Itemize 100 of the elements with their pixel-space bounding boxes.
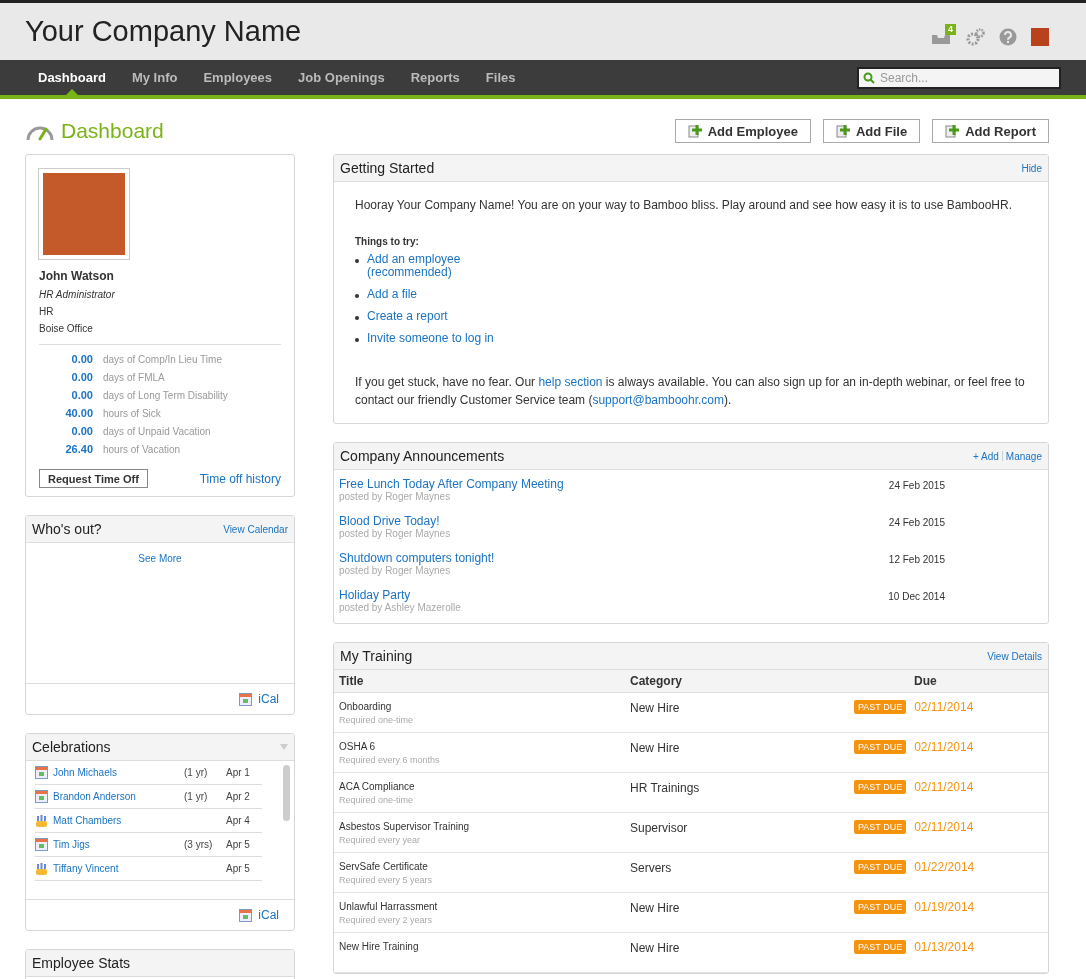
bullet-icon <box>355 338 359 342</box>
nav-tab[interactable]: Files <box>472 60 529 95</box>
view-calendar-link[interactable]: View Calendar <box>223 523 288 535</box>
balance-amount: 0.00 <box>70 371 93 385</box>
scrollbar-thumb[interactable] <box>283 765 290 821</box>
panel-title: Getting Started <box>340 160 435 176</box>
past-due-badge: PAST DUE <box>854 860 907 874</box>
balance-amount: 40.00 <box>64 407 93 421</box>
dropdown-arrow-icon[interactable] <box>280 744 288 750</box>
column-header: Category <box>630 674 683 688</box>
things-heading: Things to try: <box>355 236 420 247</box>
training-category: New Hire <box>630 741 681 757</box>
add-link[interactable]: + Add <box>973 450 999 462</box>
ical-link[interactable]: iCal <box>258 908 279 922</box>
announcement-title[interactable]: Shutdown computers tonight! <box>339 551 495 565</box>
company-name: Your Company Name <box>25 15 302 48</box>
calendar-icon <box>35 838 48 851</box>
balance-label: days of Unpaid Vacation <box>103 425 212 439</box>
time-off-history-link[interactable]: Time off history <box>199 471 281 486</box>
training-title: Asbestos Supervisor Training <box>339 821 471 832</box>
celebration-name[interactable]: Brandon Anderson <box>53 791 184 802</box>
nav-tab[interactable]: Employees <box>190 60 286 95</box>
announcement-date: 24 Feb 2015 <box>888 517 945 528</box>
announcement-date: 24 Feb 2015 <box>888 480 945 491</box>
balance-amount: 26.40 <box>64 443 93 457</box>
past-due-badge: PAST DUE <box>854 780 907 794</box>
training-requirement: Required one-time <box>339 715 415 725</box>
bullet-icon <box>355 316 359 320</box>
past-due-badge: PAST DUE <box>854 900 907 914</box>
department: HR <box>39 306 55 317</box>
request-time-off-button[interactable]: Request Time Off <box>39 469 148 488</box>
suggestion-link[interactable]: Create a report <box>367 310 448 323</box>
nav-tab[interactable]: Dashboard <box>25 60 119 95</box>
add-document-icon <box>687 124 702 138</box>
suggestion-link[interactable]: Add a file <box>367 288 418 301</box>
view-details-link[interactable]: View Details <box>987 650 1042 662</box>
ical-link[interactable]: iCal <box>258 692 279 706</box>
training-requirement: Required one-time <box>339 795 415 805</box>
settings-icon[interactable] <box>965 27 985 46</box>
balance-amount: 0.00 <box>70 353 93 367</box>
celebration-name[interactable]: Matt Chambers <box>53 815 184 826</box>
add-document-icon <box>945 124 960 138</box>
training-category: HR Trainings <box>630 781 701 797</box>
balance-label: days of Long Term Disability <box>103 389 229 403</box>
announcement-byline: posted by Ashley Mazerolle <box>339 602 461 613</box>
help-icon[interactable] <box>999 27 1017 46</box>
suggestion-link[interactable]: Add an employee (recommended) <box>367 253 461 279</box>
calendar-icon <box>35 790 48 803</box>
training-title: New Hire Training <box>339 941 420 952</box>
announcement-byline: posted by Roger Maynes <box>339 491 452 502</box>
training-title: ACA Compliance <box>339 781 416 792</box>
inline-link[interactable]: help section <box>538 375 603 389</box>
panel-title: My Training <box>340 648 413 664</box>
nav-tab[interactable]: My Info <box>118 60 191 95</box>
celebration-name[interactable]: Tim Jigs <box>53 839 184 850</box>
employee-name: John Watson <box>39 269 115 283</box>
due-date: 01/22/2014 <box>914 860 975 874</box>
search-field[interactable]: Search... <box>857 66 1061 89</box>
help-text: If you get stuck, have no fear. Our help section is always available. You can also sign up for an in-depth webinar, or feel free to contact our friendly Customer Service team (support@bamboohr.com). <box>355 374 1026 409</box>
training-title: Onboarding <box>339 701 393 712</box>
celebration-date: Apr 5 <box>226 863 251 874</box>
hide-link[interactable]: Hide <box>1021 162 1042 174</box>
training-category: Supervisor <box>630 821 689 837</box>
nav-tab[interactable]: Job Openings <box>285 60 398 95</box>
column-header: Due <box>913 674 938 688</box>
due-date: 02/11/2014 <box>914 700 974 714</box>
balance-label: hours of Sick <box>103 407 162 421</box>
celebration-date: Apr 5 <box>226 839 251 850</box>
announcement-byline: posted by Roger Maynes <box>339 528 451 539</box>
see-more-link[interactable]: See More <box>138 553 182 564</box>
bullet-icon <box>355 294 359 298</box>
action-button[interactable]: Add File <box>822 119 921 143</box>
years-label: (1 yr) <box>184 767 209 778</box>
balance-label: days of Comp/In Lieu Time <box>103 353 223 367</box>
user-avatar[interactable] <box>1031 27 1049 46</box>
celebration-name[interactable]: John Michaels <box>53 767 184 778</box>
balance-amount: 0.00 <box>70 389 93 403</box>
announcement-title[interactable]: Free Lunch Today After Company Meeting <box>339 477 564 491</box>
suggestion-link[interactable]: Invite someone to log in <box>367 332 494 345</box>
balance-amount: 0.00 <box>70 425 93 439</box>
training-requirement: Required every 2 years <box>339 915 434 925</box>
intro-text: Hooray Your Company Name! You are on your way to Bamboo bliss. Play around and see how easy it is to use BambooHR. <box>355 197 1014 214</box>
add-document-icon <box>835 124 850 138</box>
search-icon <box>863 71 875 84</box>
celebration-date: Apr 2 <box>226 791 251 802</box>
manage-link[interactable]: Manage <box>1005 450 1042 462</box>
calendar-icon <box>239 692 253 706</box>
due-date: 01/13/2014 <box>914 940 975 954</box>
training-category: Servers <box>630 861 673 877</box>
celebration-name[interactable]: Tiffany Vincent <box>53 863 184 874</box>
training-title: OSHA 6 <box>339 741 377 752</box>
nav-tab[interactable]: Reports <box>397 60 473 95</box>
action-button[interactable]: Add Report <box>932 119 1049 143</box>
inline-link[interactable]: support@bamboohr.com <box>592 393 724 407</box>
panel-title: Company Announcements <box>340 448 505 464</box>
past-due-badge: PAST DUE <box>854 940 907 954</box>
announcement-title[interactable]: Blood Drive Today! <box>339 514 451 528</box>
calendar-icon <box>239 908 253 922</box>
announcement-title[interactable]: Holiday Party <box>339 588 461 602</box>
action-button[interactable]: Add Employee <box>674 119 811 143</box>
